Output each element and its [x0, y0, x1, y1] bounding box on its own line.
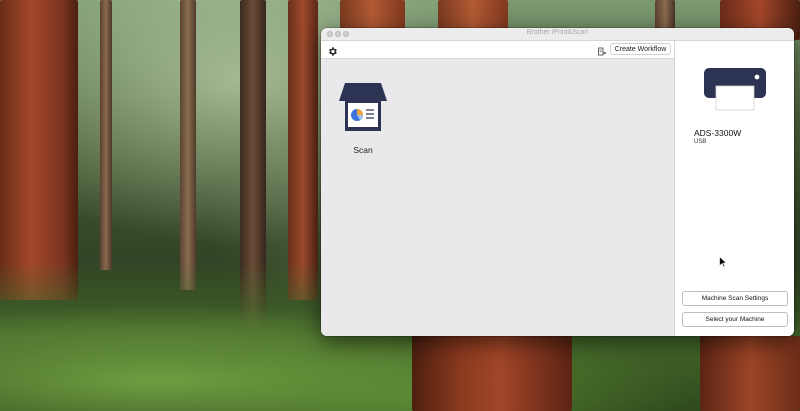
machine-sidebar: ADS-3300W USB Machine Scan Settings Sele… [674, 41, 794, 336]
main-pane: Create Workflow Scan [321, 41, 674, 336]
gear-icon[interactable] [327, 44, 338, 56]
tree-trunk [0, 0, 78, 300]
machine-scan-settings-button[interactable]: Machine Scan Settings [682, 291, 788, 306]
tree-trunk [655, 0, 675, 30]
tree-trunk [288, 0, 318, 300]
scanner-icon [337, 81, 389, 133]
title-bar[interactable]: Brother iPrint&Scan [321, 28, 794, 41]
document-arrow-icon[interactable] [597, 44, 607, 56]
tree-trunk [700, 336, 800, 411]
scan-label: Scan [353, 145, 373, 155]
select-machine-button[interactable]: Select your Machine [682, 312, 788, 327]
window-title: Brother iPrint&Scan [526, 29, 589, 36]
app-window: Brother iPrint&Scan Create Workflow Scan… [321, 28, 794, 336]
device-name: ADS-3300W [694, 128, 742, 138]
toolbar: Create Workflow [321, 41, 674, 59]
scanner-device-icon [702, 66, 768, 112]
tree-trunk [412, 336, 572, 411]
scan-tile[interactable]: Scan [335, 81, 391, 157]
connection-type: USB [694, 139, 707, 145]
tree-trunk [100, 0, 112, 270]
create-workflow-button[interactable]: Create Workflow [610, 43, 671, 55]
mouse-pointer-icon [719, 255, 728, 268]
tree-trunk [180, 0, 196, 290]
